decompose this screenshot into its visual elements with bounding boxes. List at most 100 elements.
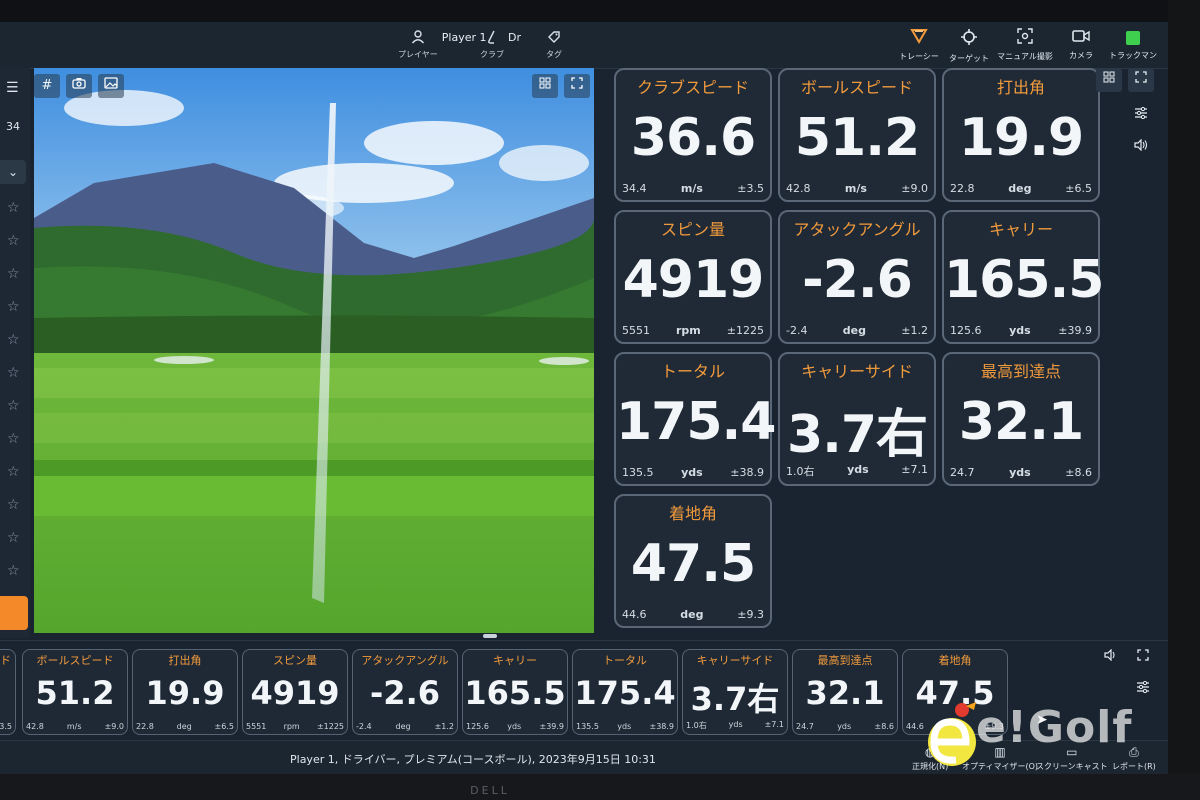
stat-value: 32.1 — [958, 392, 1084, 452]
camera-icon — [1072, 28, 1090, 48]
stat-value: 47.5 — [630, 534, 756, 594]
strip-card[interactable]: キャリー 165.5 125.6 yds ±39.9 — [462, 649, 568, 735]
player-selector[interactable]: プレイヤー Player 1 — [398, 30, 487, 60]
strip-title: キャリー — [493, 654, 537, 667]
star-icon[interactable]: ☆ — [7, 563, 20, 579]
strip-unit: m/s — [66, 722, 82, 731]
strip-card[interactable]: 最高到達点 32.1 24.7 yds ±8.6 — [792, 649, 898, 735]
strip-average: 1.0右 — [686, 721, 707, 730]
tag-selector[interactable]: タグ — [546, 30, 562, 60]
strip-card[interactable]: キャリーサイド 3.7右 1.0右 yds ±7.1 — [682, 649, 788, 735]
tag-label: タグ — [546, 50, 562, 59]
strip-card[interactable]: 打出角 19.9 22.8 deg ±6.5 — [132, 649, 238, 735]
stat-value: 36.6 — [630, 108, 756, 168]
fullscreen-icon[interactable] — [564, 74, 590, 98]
fullscreen-icon[interactable] — [1130, 646, 1156, 670]
speaker-icon[interactable] — [1128, 136, 1154, 160]
manual-capture-button[interactable]: マニュアル撮影 — [996, 28, 1054, 62]
strip-title: ボールスピード — [36, 654, 114, 667]
stat-card[interactable]: ボールスピード 51.2 42.8 m/s ±9.0 — [778, 68, 936, 202]
image-icon[interactable] — [98, 74, 124, 98]
stat-card[interactable]: キャリーサイド 3.7右 1.0右 yds ±7.1 — [778, 352, 936, 486]
layout-grid-icon[interactable] — [1096, 68, 1122, 92]
stat-average: 125.6 — [950, 324, 982, 337]
camera-icon[interactable] — [66, 74, 92, 98]
stat-card[interactable]: 最高到達点 32.1 24.7 yds ±8.6 — [942, 352, 1100, 486]
camera-button[interactable]: カメラ — [1052, 28, 1110, 61]
star-icon[interactable]: ☆ — [7, 464, 20, 480]
strip-card[interactable]: アタックアングル -2.6 -2.4 deg ±1.2 — [352, 649, 458, 735]
strip-value: 165.5 — [464, 674, 566, 712]
strip-footer: -2.4 deg ±1.2 — [356, 722, 454, 731]
watermark-logo: e!Golf — [916, 700, 1166, 770]
strip-footer: 135.5 yds ±38.9 — [576, 722, 674, 731]
star-icon[interactable]: ☆ — [7, 398, 20, 414]
stat-card[interactable]: トータル 175.4 135.5 yds ±38.9 — [614, 352, 776, 486]
strip-unit: yds — [728, 720, 743, 729]
strip-card-partial[interactable]: ド 3.5 — [0, 649, 16, 735]
strip-average: 42.8 — [26, 722, 44, 731]
strip-card[interactable]: スピン量 4919 5551 rpm ±1225 — [242, 649, 348, 735]
panel-resize-handle[interactable] — [483, 634, 497, 638]
strip-title: キャリーサイド — [696, 654, 774, 667]
stat-card[interactable]: 打出角 19.9 22.8 deg ±6.5 — [942, 68, 1100, 202]
stat-unit: rpm — [676, 324, 701, 337]
strip-deviation: ±1225 — [316, 722, 344, 731]
strip-title: アタックアングル — [361, 654, 449, 667]
stat-deviation: ±8.6 — [1065, 466, 1092, 479]
stat-deviation: ±7.1 — [901, 463, 928, 476]
course-viewport[interactable]: # — [34, 68, 594, 633]
star-icon[interactable]: ☆ — [7, 200, 20, 216]
fullscreen-icon[interactable] — [1128, 68, 1154, 92]
grid-icon[interactable]: # — [34, 74, 60, 98]
stat-average: 24.7 — [950, 466, 975, 479]
club-selector[interactable]: クラブ Dr — [480, 30, 521, 60]
strip-card[interactable]: トータル 175.4 135.5 yds ±38.9 — [572, 649, 678, 735]
strip-value: -2.6 — [370, 674, 440, 712]
strip-card[interactable]: ボールスピード 51.2 42.8 m/s ±9.0 — [22, 649, 128, 735]
stat-footer: 1.0右 yds ±7.1 — [786, 463, 928, 479]
monitor-bezel-top — [0, 0, 1200, 22]
stat-deviation: ±9.0 — [901, 182, 928, 195]
stat-card[interactable]: クラブスピード 36.6 34.4 m/s ±3.5 — [614, 68, 772, 202]
settings-sliders-icon[interactable] — [1130, 678, 1156, 702]
star-icon[interactable]: ☆ — [7, 266, 20, 282]
stat-card[interactable]: キャリー 165.5 125.6 yds ±39.9 — [942, 210, 1104, 344]
stat-card[interactable]: アタックアングル -2.6 -2.4 deg ±1.2 — [778, 210, 936, 344]
star-icon[interactable]: ☆ — [7, 497, 20, 513]
star-icon[interactable]: ☆ — [7, 299, 20, 315]
stat-title: 着地角 — [668, 504, 717, 523]
strip-value: 175.4 — [574, 674, 676, 712]
star-icon[interactable]: ☆ — [7, 332, 20, 348]
target-button[interactable]: ターゲット — [940, 28, 998, 64]
star-icon[interactable]: ☆ — [7, 365, 20, 381]
star-icon[interactable]: ☆ — [7, 530, 20, 546]
viewport-tools-left: # — [34, 74, 124, 98]
stat-value: 51.2 — [794, 108, 920, 168]
strip-unit: yds — [837, 722, 852, 731]
stat-average: 42.8 — [786, 182, 811, 195]
stat-footer: 42.8 m/s ±9.0 — [786, 182, 928, 195]
speaker-icon[interactable] — [1098, 646, 1124, 670]
active-shot-marker[interactable] — [0, 596, 28, 630]
stat-value: 3.7右 — [786, 405, 928, 465]
stat-footer: 5551 rpm ±1225 — [622, 324, 764, 337]
trackman-status-button[interactable]: トラックマン — [1104, 28, 1162, 61]
strip-deviation: ±39.9 — [539, 722, 564, 731]
layout-grid-icon[interactable] — [532, 74, 558, 98]
star-icon[interactable]: ☆ — [7, 431, 20, 447]
settings-sliders-icon[interactable] — [1128, 104, 1154, 128]
stat-unit: yds — [1009, 324, 1031, 337]
strip-title: 打出角 — [168, 654, 202, 667]
stat-card[interactable]: 着地角 47.5 44.6 deg ±9.3 — [614, 494, 772, 628]
chevron-down-icon[interactable]: ⌄ — [0, 160, 26, 184]
mouse-cursor: ➤ — [1036, 712, 1048, 728]
stat-deviation: ±9.3 — [737, 608, 764, 621]
strip-deviation: ±7.1 — [764, 720, 784, 729]
menu-icon[interactable]: ☰ — [6, 80, 19, 96]
stat-card[interactable]: スピン量 4919 5551 rpm ±1225 — [614, 210, 772, 344]
strip-footer: 42.8 m/s ±9.0 — [26, 722, 124, 731]
stat-value: 4919 — [622, 250, 765, 310]
club-label: クラブ — [480, 50, 504, 59]
star-icon[interactable]: ☆ — [7, 233, 20, 249]
